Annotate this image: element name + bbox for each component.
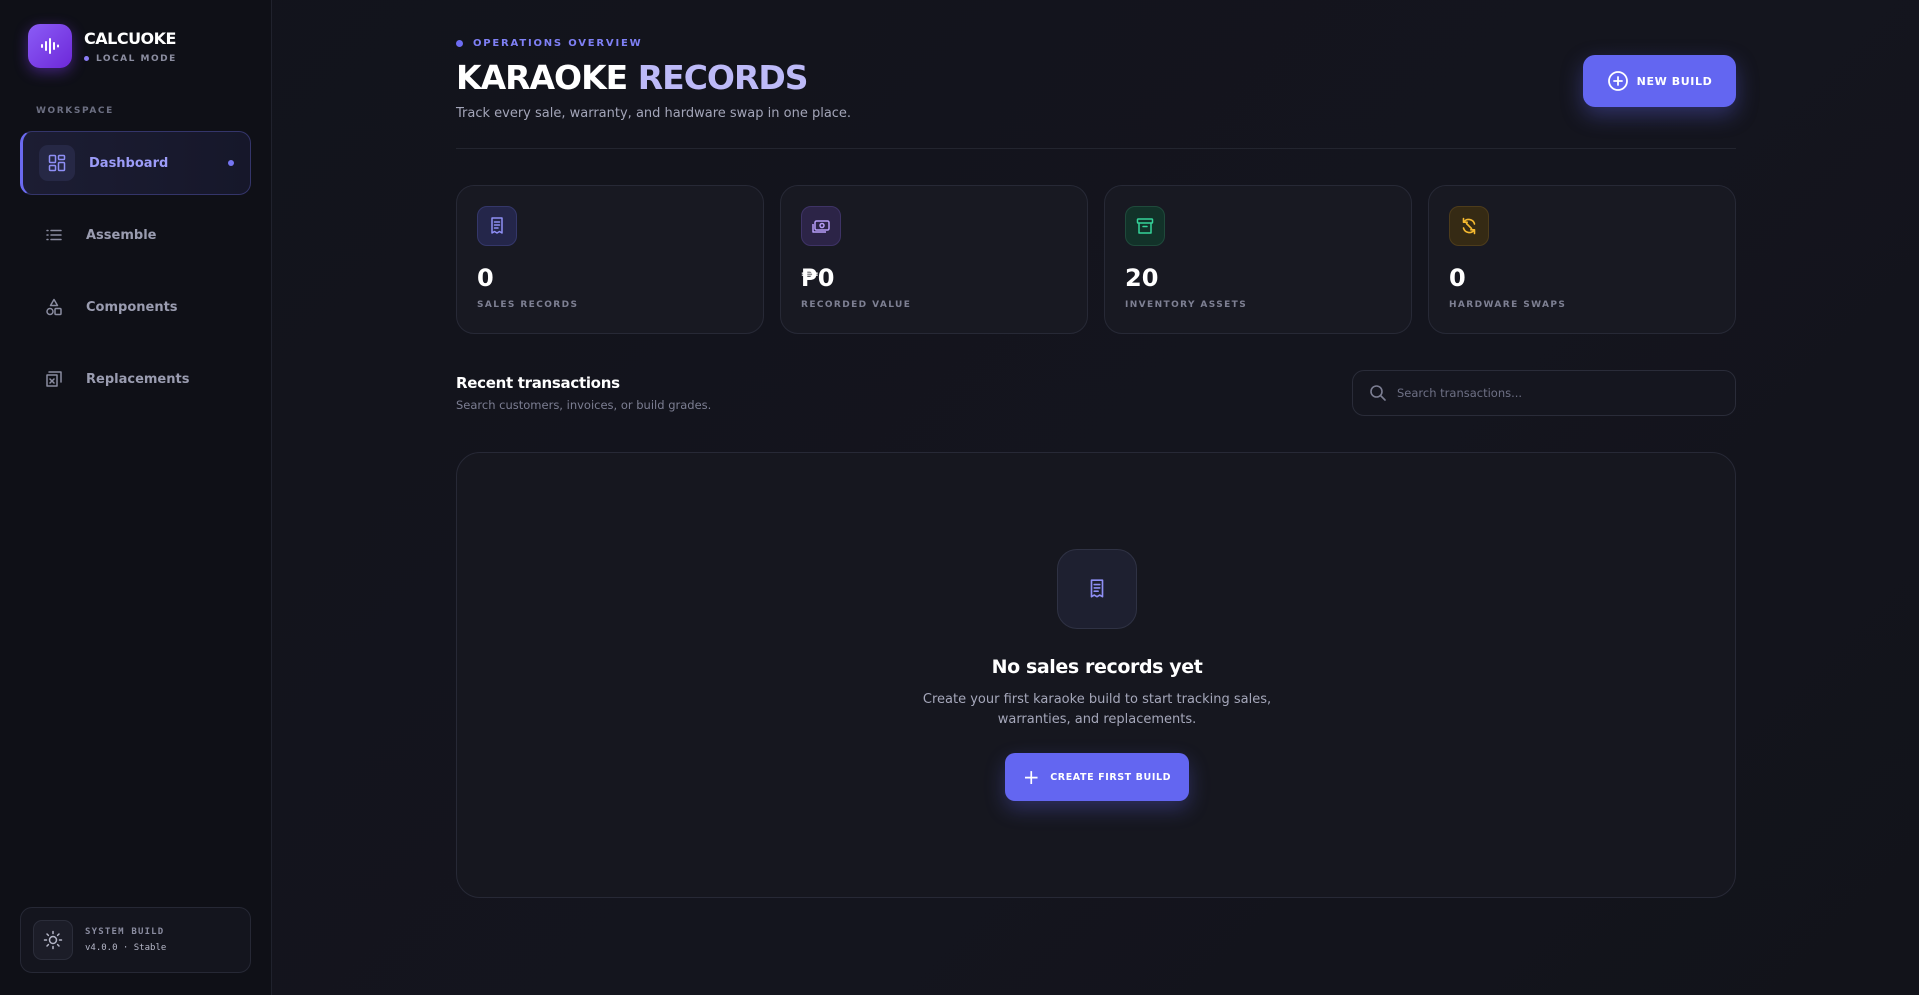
- sidebar-item-components[interactable]: Components: [20, 275, 251, 339]
- new-build-button[interactable]: NEW BUILD: [1583, 55, 1736, 107]
- stat-value: ₱0: [801, 264, 835, 292]
- receipt-icon: [477, 206, 517, 246]
- system-version: v4.0.0 · Stable: [85, 943, 167, 953]
- stat-label: RECORDED VALUE: [801, 300, 912, 310]
- sidebar-item-assemble[interactable]: Assemble: [20, 203, 251, 267]
- stat-card-inventory-assets: 20 INVENTORY ASSETS: [1104, 185, 1412, 334]
- search-input[interactable]: [1397, 386, 1717, 400]
- empty-state-description: Create your first karaoke build to start…: [922, 692, 1272, 727]
- sidebar: CALCUOKE LOCAL MODE WORKSPACE Dashboard …: [0, 0, 272, 995]
- eyebrow: OPERATIONS OVERVIEW: [456, 38, 642, 49]
- empty-state-panel: No sales records yet Create your first k…: [456, 452, 1736, 898]
- stat-card-hardware-swaps: 0 HARDWARE SWAPS: [1428, 185, 1736, 334]
- stat-card-recorded-value: ₱0 RECORDED VALUE: [780, 185, 1088, 334]
- brand-name: CALCUOKE: [84, 28, 176, 48]
- archive-icon: [1125, 206, 1165, 246]
- system-build-panel[interactable]: SYSTEM BUILD v4.0.0 · Stable: [20, 907, 251, 973]
- section-title: Recent transactions: [456, 374, 620, 392]
- status-dot: [84, 56, 89, 61]
- plus-circle-icon: [1607, 70, 1629, 92]
- new-build-label: NEW BUILD: [1636, 74, 1713, 88]
- mode-indicator: LOCAL MODE: [84, 54, 177, 64]
- brand[interactable]: CALCUOKE LOCAL MODE: [28, 24, 177, 68]
- audio-waveform-icon: [28, 24, 72, 68]
- system-build-label: SYSTEM BUILD: [85, 927, 165, 937]
- sidebar-item-label: Replacements: [86, 371, 190, 387]
- mode-label: LOCAL MODE: [96, 53, 177, 64]
- page-title-part2: RECORDS: [637, 58, 809, 97]
- search-icon: [1369, 384, 1387, 402]
- stat-value: 0: [477, 264, 494, 292]
- header-divider: [456, 148, 1736, 149]
- nav-heading: WORKSPACE: [36, 106, 114, 116]
- stat-card-sales-records: 0 SALES RECORDS: [456, 185, 764, 334]
- replace-icon: [36, 361, 72, 397]
- search-box[interactable]: [1352, 370, 1736, 416]
- create-first-build-button[interactable]: + CREATE FIRST BUILD: [1005, 753, 1189, 801]
- dashboard-grid-icon: [39, 145, 75, 181]
- refresh-swap-icon: [1449, 206, 1489, 246]
- stat-label: INVENTORY ASSETS: [1125, 300, 1248, 310]
- eyebrow-label: OPERATIONS OVERVIEW: [473, 38, 643, 49]
- sun-gear-icon: [33, 920, 73, 960]
- shapes-icon: [36, 289, 72, 325]
- sidebar-item-label: Components: [86, 299, 178, 315]
- active-indicator: [228, 160, 234, 166]
- page-title-part1: KARAOKE: [456, 58, 628, 97]
- sidebar-item-replacements[interactable]: Replacements: [20, 347, 251, 411]
- stat-value: 0: [1449, 264, 1466, 292]
- sidebar-item-dashboard[interactable]: Dashboard: [20, 131, 251, 195]
- sidebar-item-label: Assemble: [86, 227, 157, 243]
- page-title: KARAOKE RECORDS: [456, 58, 809, 97]
- section-subtitle: Search customers, invoices, or build gra…: [456, 398, 712, 412]
- create-first-build-label: CREATE FIRST BUILD: [1050, 771, 1172, 783]
- sidebar-nav: Dashboard Assemble Components Replacemen…: [20, 131, 251, 419]
- plus-icon: +: [1022, 765, 1041, 789]
- list-icon: [36, 217, 72, 253]
- receipt-icon: [1057, 549, 1137, 629]
- app-root: CALCUOKE LOCAL MODE WORKSPACE Dashboard …: [0, 0, 1919, 995]
- stat-label: HARDWARE SWAPS: [1449, 300, 1567, 310]
- empty-state-title: No sales records yet: [991, 656, 1203, 678]
- stats-row: 0 SALES RECORDS ₱0 RECORDED VALUE 20 INV…: [456, 185, 1736, 334]
- banknote-icon: [801, 206, 841, 246]
- eyebrow-dot: [456, 40, 463, 47]
- stat-value: 20: [1125, 264, 1159, 292]
- stat-label: SALES RECORDS: [477, 300, 579, 310]
- sidebar-item-label: Dashboard: [89, 155, 169, 171]
- page-subtitle: Track every sale, warranty, and hardware…: [456, 106, 852, 121]
